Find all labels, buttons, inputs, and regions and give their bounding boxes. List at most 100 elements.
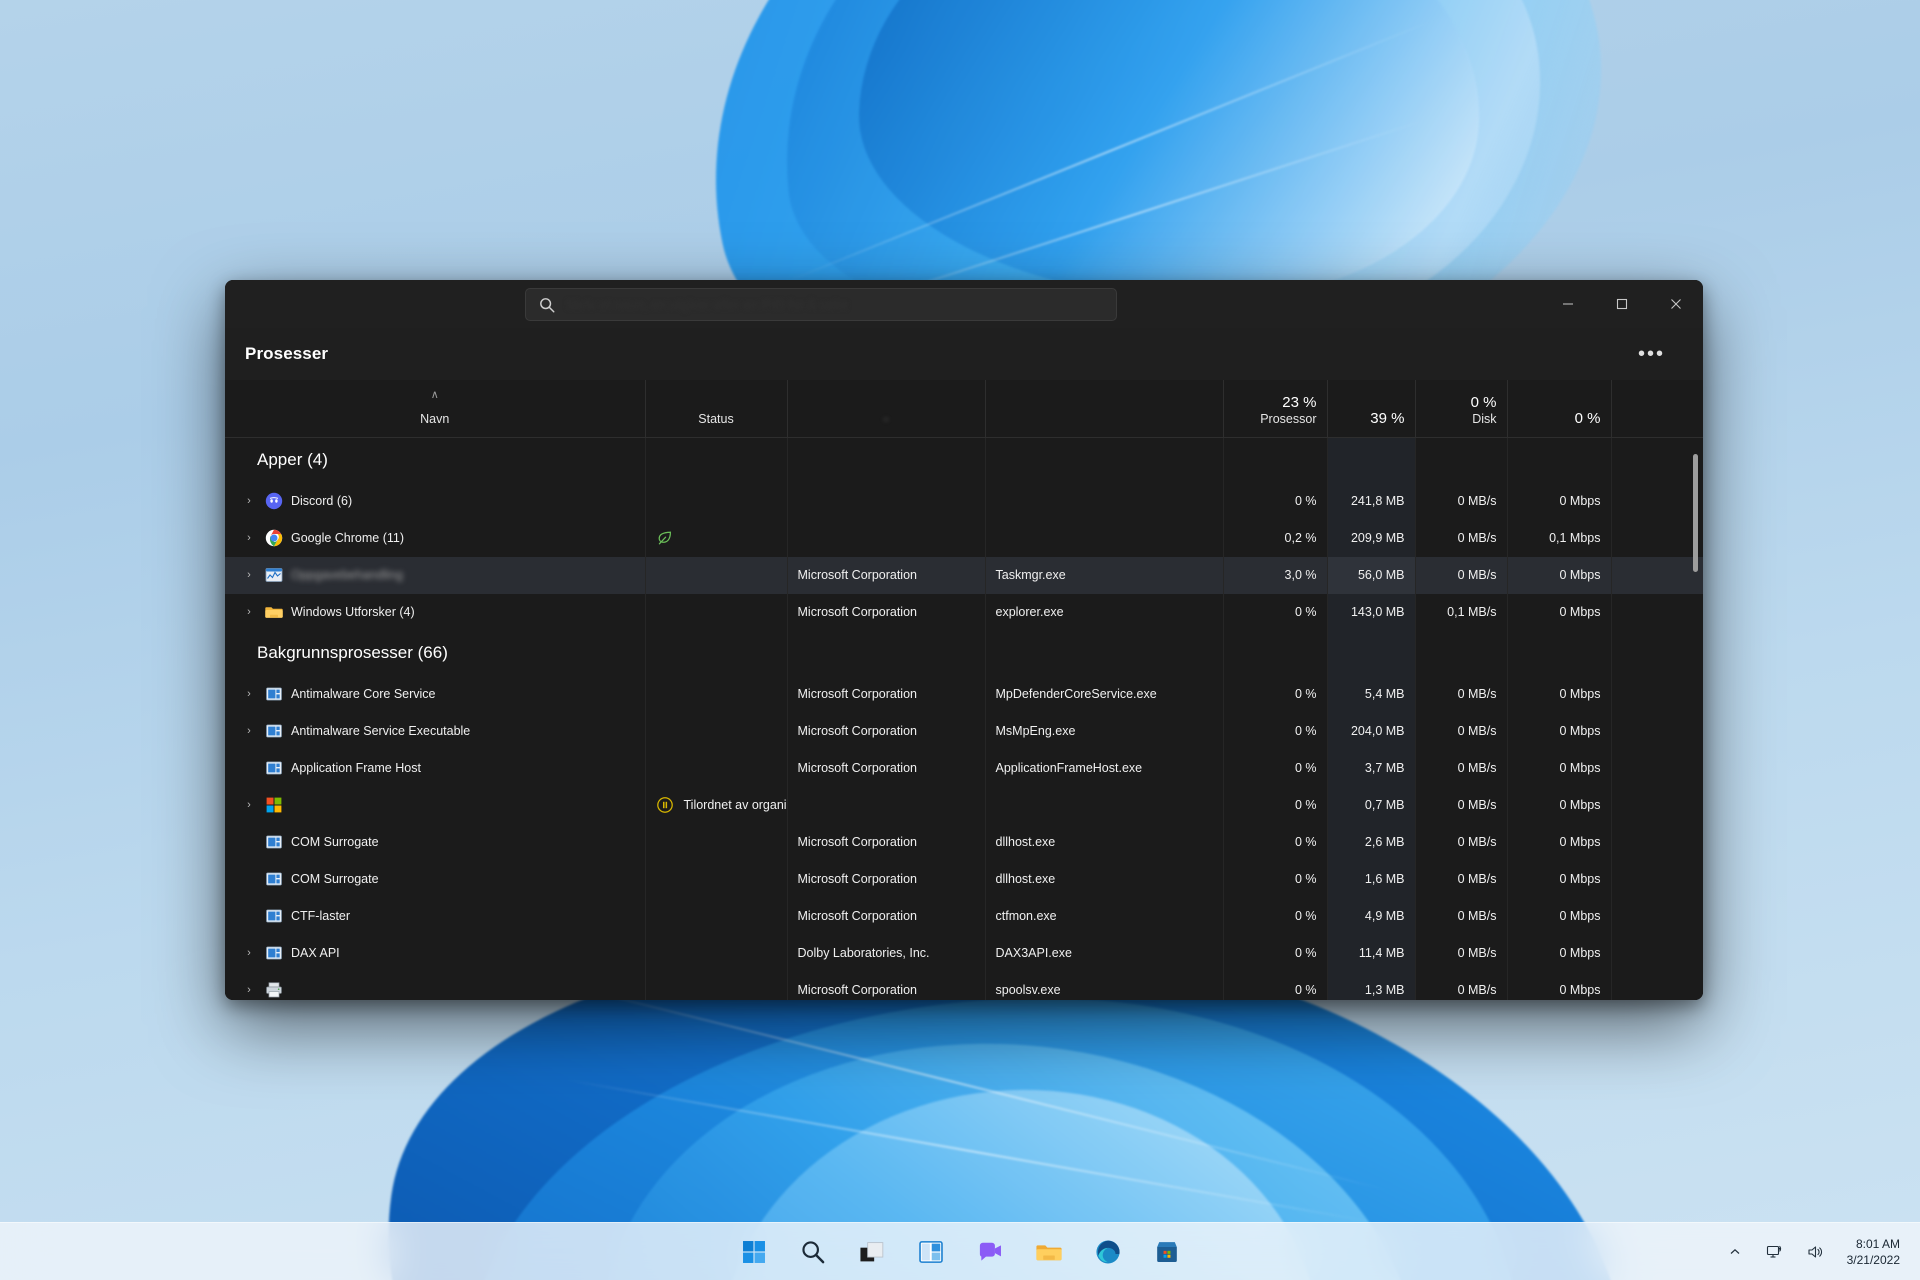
process-network-cell: 0 Mbps xyxy=(1506,482,1611,520)
column-header-name[interactable]: ∧ Navn xyxy=(225,380,645,438)
table-row[interactable]: ›COM Surrogate Microsoft Corporationdllho… xyxy=(225,823,1703,861)
taskbar-file-explorer-button[interactable] xyxy=(1029,1232,1069,1272)
column-header-network[interactable]: 0 % xyxy=(1506,380,1611,438)
table-row[interactable]: ›Application Frame Host Microsoft Corpora… xyxy=(225,749,1703,787)
taskbar-chat-button[interactable] xyxy=(970,1232,1010,1272)
chevron-right-icon[interactable]: › xyxy=(241,532,257,544)
tray-network-icon[interactable] xyxy=(1761,1238,1789,1266)
search-box[interactable]: Skriv et navn, en utgiver eller en PID f… xyxy=(525,288,1117,321)
table-row[interactable]: › Tilordnet av organisasjonen... 0 %0,7 MB… xyxy=(225,786,1703,824)
process-name-cell[interactable]: › Oppgavebehandling xyxy=(225,556,645,594)
widgets-icon xyxy=(918,1240,943,1263)
column-header-cpu[interactable]: 23 % Prosessor xyxy=(1222,380,1327,438)
chevron-right-icon[interactable]: › xyxy=(241,799,257,811)
process-name-cell[interactable]: › xyxy=(225,787,645,824)
page-title: Prosesser xyxy=(245,344,329,363)
column-header-status[interactable]: Status xyxy=(644,380,787,438)
chevron-right-icon[interactable]: › xyxy=(241,569,257,581)
process-network-cell: 0 Mbps xyxy=(1506,675,1611,713)
process-table: ∧ Navn Status -23 % Prosessor 39 % 0 % Disk 0 % … xyxy=(225,380,1703,1000)
table-row[interactable]: › DAX API Dolby Laboratories, Inc. DAX3API.… xyxy=(225,934,1703,972)
process-status-cell xyxy=(644,556,787,594)
table-row[interactable]: › Antimalware Core Service Microsoft Corpo… xyxy=(225,675,1703,713)
title-bar: Skriv et navn, en utgiver eller en PID f… xyxy=(225,280,1703,328)
process-executable-cell: explorer.exe xyxy=(984,593,1223,631)
process-name-cell[interactable]: ›Application Frame Host xyxy=(225,750,645,787)
process-status-text: Tilordnet av organisasjonen... xyxy=(683,798,788,812)
process-name-cell[interactable]: › xyxy=(225,972,645,1001)
chevron-right-icon[interactable]: › xyxy=(241,606,257,618)
table-row[interactable]: › Discord (6) 0 % 241,8 MB 0 MB/s 0 Mbps xyxy=(225,482,1703,520)
pause-circle-icon xyxy=(656,797,673,813)
column-header-memory[interactable]: 39 % xyxy=(1326,380,1415,438)
process-disk-cell: 0 MB/s xyxy=(1414,749,1507,787)
table-row[interactable]: › Antimalware Service Executable Microsoft… xyxy=(225,712,1703,750)
chevron-right-icon[interactable]: › xyxy=(241,984,257,996)
close-button[interactable] xyxy=(1649,280,1703,328)
process-name-cell[interactable]: ›CTF-laster xyxy=(225,898,645,935)
process-name-cell[interactable]: › Antimalware Core Service xyxy=(225,676,645,713)
taskbar-microsoft-store-button[interactable] xyxy=(1147,1232,1187,1272)
chevron-right-icon[interactable]: › xyxy=(241,947,257,959)
process-name-cell[interactable]: › Windows Utforsker (4) xyxy=(225,594,645,631)
column-header-disk[interactable]: 0 % Disk xyxy=(1414,380,1507,438)
vertical-scrollbar[interactable] xyxy=(1690,440,1700,1001)
process-name-cell[interactable]: › Discord (6) xyxy=(225,483,645,520)
process-memory-cell: 241,8 MB xyxy=(1326,482,1415,520)
table-row[interactable]: › Microsoft Corporation spoolsv.exe 0 % 1,3 … xyxy=(225,971,1703,1001)
process-name: Discord (6) xyxy=(291,494,353,508)
taskbar-task-view-button[interactable] xyxy=(852,1232,892,1272)
tray-volume-icon[interactable] xyxy=(1801,1238,1829,1266)
column-header-value-network: 0 % xyxy=(1574,410,1601,428)
chevron-right-icon[interactable]: › xyxy=(241,495,257,507)
group-empty-network xyxy=(1506,630,1611,676)
tray-chevron-up-icon[interactable] xyxy=(1721,1238,1749,1266)
table-row[interactable]: › Google Chrome (11) 0,2 % 209,9 MB 0 MB/s 0,… xyxy=(225,519,1703,557)
process-disk-cell: 0 MB/s xyxy=(1414,971,1507,1000)
process-memory-cell: 1,3 MB xyxy=(1326,971,1415,1000)
generic-app-icon xyxy=(266,687,282,701)
process-name-cell[interactable]: › DAX API xyxy=(225,935,645,972)
column-header-process[interactable] xyxy=(984,380,1223,438)
search-input-placeholder: Skriv et navn, en utgiver eller en PID f… xyxy=(566,297,849,312)
column-header-label-publisher: - xyxy=(883,412,889,427)
taskbar: 8:01 AM 3/21/2022 xyxy=(0,1222,1920,1280)
column-header-value-cpu: 23 % xyxy=(1282,394,1317,411)
scrollbar-thumb[interactable] xyxy=(1692,453,1698,572)
maximize-button[interactable] xyxy=(1595,280,1649,328)
maximize-icon xyxy=(1616,298,1628,310)
process-group-header: Apper (4) xyxy=(225,437,1703,483)
process-name: Oppgavebehandling xyxy=(291,568,403,582)
process-cpu-cell: 0 % xyxy=(1222,749,1327,787)
process-publisher-cell: Microsoft Corporation xyxy=(786,971,985,1000)
process-network-cell: 0 Mbps xyxy=(1506,971,1611,1000)
more-options-button[interactable]: ••• xyxy=(1630,338,1673,370)
column-header-publisher[interactable]: - xyxy=(786,380,985,438)
taskbar-clock[interactable]: 8:01 AM 3/21/2022 xyxy=(1841,1236,1906,1268)
chevron-right-icon[interactable]: › xyxy=(241,725,257,737)
process-name-cell[interactable]: ›COM Surrogate xyxy=(225,824,645,861)
process-list-scroll-area[interactable]: Apper (4) › Discord (6) 0 % 241,8 MB 0 MB/s 0 … xyxy=(225,437,1703,1001)
table-row[interactable]: › Windows Utforsker (4) Microsoft Corporat… xyxy=(225,593,1703,631)
chevron-right-icon[interactable]: › xyxy=(241,688,257,700)
taskbar-search-button[interactable] xyxy=(793,1232,833,1272)
process-name-cell[interactable]: › Antimalware Service Executable xyxy=(225,713,645,750)
process-executable-cell: dllhost.exe xyxy=(984,823,1223,861)
group-empty-process xyxy=(984,630,1223,676)
process-name: COM Surrogate xyxy=(291,872,379,886)
process-publisher-cell: Microsoft Corporation xyxy=(786,749,985,787)
process-name-cell[interactable]: › Google Chrome (11) xyxy=(225,520,645,557)
process-publisher-cell: Microsoft Corporation xyxy=(786,897,985,935)
column-header-label-disk: Disk xyxy=(1472,412,1497,427)
minimize-button[interactable] xyxy=(1541,280,1595,328)
table-row[interactable]: › Oppgavebehandling Microsoft Corporation T… xyxy=(225,556,1703,594)
table-row[interactable]: ›CTF-laster Microsoft Corporationctfmon.e… xyxy=(225,897,1703,935)
taskbar-start-button[interactable] xyxy=(734,1232,774,1272)
process-name-cell[interactable]: ›COM Surrogate xyxy=(225,861,645,898)
table-row[interactable]: ›COM Surrogate Microsoft Corporationdllho… xyxy=(225,860,1703,898)
process-cpu-cell: 0 % xyxy=(1222,675,1327,713)
task-manager-window: Skriv et navn, en utgiver eller en PID f… xyxy=(225,280,1703,1000)
taskbar-widgets-button[interactable] xyxy=(911,1232,951,1272)
taskbar-edge-button[interactable] xyxy=(1088,1232,1128,1272)
process-cpu-cell: 0 % xyxy=(1222,860,1327,898)
